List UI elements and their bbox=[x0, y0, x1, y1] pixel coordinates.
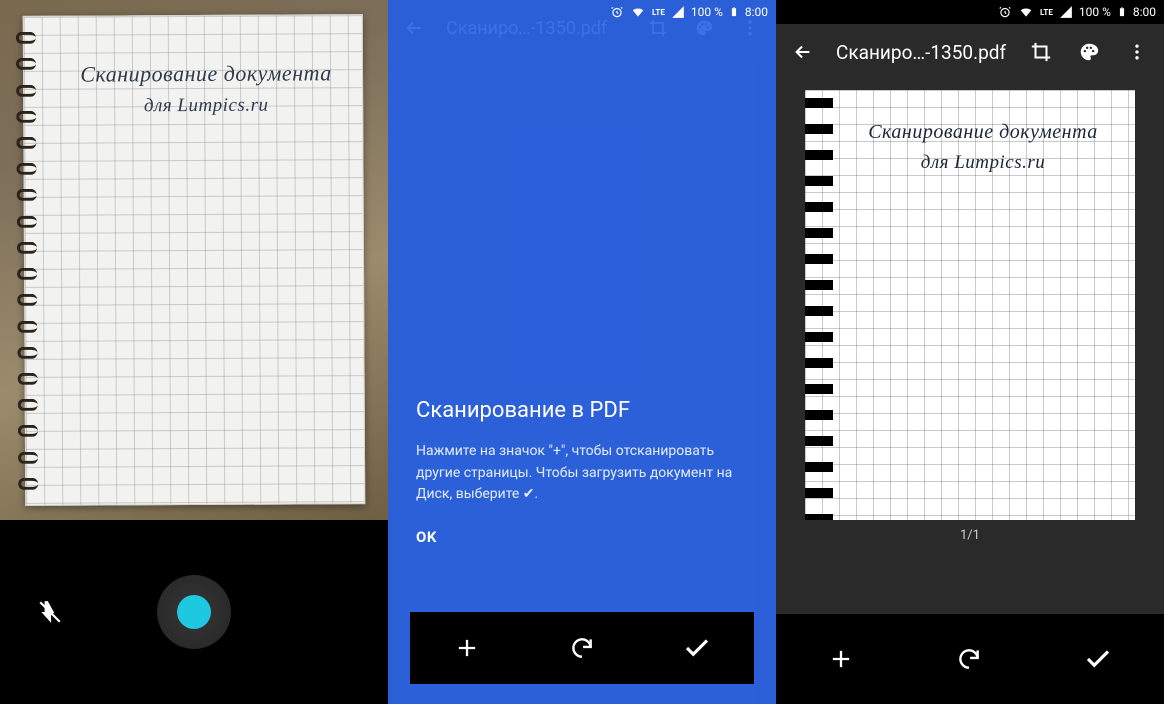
app-bar: Сканиро…-1350.pdf bbox=[776, 24, 1164, 80]
bottom-action-bar bbox=[410, 612, 754, 684]
scan-hint-screen: LTE 100 % 8:00 Сканиро…-1350.pdf bbox=[388, 0, 776, 704]
camera-viewfinder: Сканирование документа для Lumpics.ru bbox=[0, 0, 388, 520]
clock: 8:00 bbox=[745, 5, 768, 19]
retake-button[interactable] bbox=[562, 628, 602, 668]
palette-icon[interactable] bbox=[1074, 37, 1104, 67]
status-bar: LTE 100 % 8:00 bbox=[388, 0, 776, 24]
scan-line-2: для Lumpics.ru bbox=[847, 148, 1119, 178]
signal-icon bbox=[1059, 5, 1073, 19]
add-page-button[interactable] bbox=[447, 628, 487, 668]
hint-panel: Сканирование в PDF Нажмите на значок "+"… bbox=[416, 398, 748, 546]
net-label: LTE bbox=[652, 8, 665, 17]
alarm-icon bbox=[998, 5, 1012, 19]
scanned-page[interactable]: Сканирование документа для Lumpics.ru bbox=[805, 90, 1135, 520]
blue-overlay bbox=[388, 0, 776, 704]
shutter-button[interactable] bbox=[157, 575, 231, 649]
confirm-button[interactable] bbox=[677, 628, 717, 668]
camera-controls bbox=[0, 520, 388, 704]
handwritten-text: Сканирование документа для Lumpics.ru bbox=[24, 15, 363, 122]
wifi-icon bbox=[1018, 5, 1034, 19]
doc-title: Сканиро…-1350.pdf bbox=[836, 41, 1008, 64]
bottom-action-bar bbox=[776, 614, 1164, 704]
status-bar: LTE 100 % 8:00 bbox=[776, 0, 1164, 24]
camera-capture-screen: Сканирование документа для Lumpics.ru bbox=[0, 0, 388, 704]
flash-off-icon[interactable] bbox=[30, 592, 70, 632]
clock: 8:00 bbox=[1133, 5, 1156, 19]
battery-icon bbox=[729, 5, 739, 19]
spiral-binding bbox=[16, 17, 41, 505]
scan-line-1: Сканирование документа bbox=[847, 116, 1119, 148]
scan-result-screen: LTE 100 % 8:00 Сканиро…-1350.pdf bbox=[776, 0, 1164, 704]
notebook-photo: Сканирование документа для Lumpics.ru bbox=[23, 14, 366, 506]
signal-icon bbox=[671, 5, 685, 19]
more-vert-icon[interactable] bbox=[1122, 37, 1152, 67]
page-counter: 1/1 bbox=[960, 528, 980, 543]
battery-pct: 100 % bbox=[1079, 5, 1111, 19]
shutter-inner bbox=[177, 595, 211, 629]
handwriting-line-2: для Lumpics.ru bbox=[66, 90, 346, 122]
battery-pct: 100 % bbox=[691, 5, 723, 19]
ok-button[interactable]: OK bbox=[416, 528, 748, 546]
net-label: LTE bbox=[1040, 8, 1053, 17]
wifi-icon bbox=[630, 5, 646, 19]
scanned-handwriting: Сканирование документа для Lumpics.ru bbox=[805, 90, 1135, 178]
confirm-button[interactable] bbox=[1083, 644, 1113, 674]
battery-icon bbox=[1117, 5, 1127, 19]
hint-title: Сканирование в PDF bbox=[416, 398, 748, 423]
handwriting-line-1: Сканирование документа bbox=[66, 55, 346, 92]
alarm-icon bbox=[610, 5, 624, 19]
retake-button[interactable] bbox=[956, 646, 982, 672]
hint-body: Нажмите на значок "+", чтобы отсканирова… bbox=[416, 441, 748, 506]
add-page-button[interactable] bbox=[827, 645, 855, 673]
scan-preview-area: Сканирование документа для Lumpics.ru 1/… bbox=[776, 80, 1164, 614]
back-arrow-icon[interactable] bbox=[788, 37, 818, 67]
crop-icon[interactable] bbox=[1026, 37, 1056, 67]
